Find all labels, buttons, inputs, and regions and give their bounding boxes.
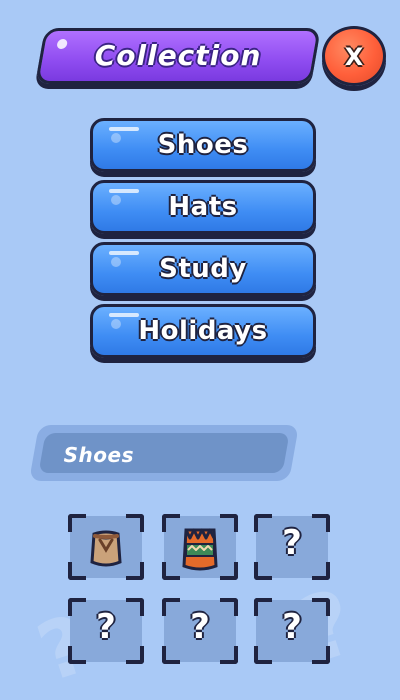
collection-slot[interactable]: ?: [254, 514, 330, 580]
slot-corner-bracket: [254, 562, 272, 580]
shine-decoration: [111, 133, 121, 143]
collection-slot[interactable]: [68, 514, 144, 580]
category-button-label: Study: [159, 254, 247, 284]
slot-corner-bracket: [312, 646, 330, 664]
collection-slot[interactable]: [162, 514, 238, 580]
category-button-label: Shoes: [157, 130, 249, 160]
question-mark-icon: ?: [282, 607, 302, 647]
brown-bag-icon: [90, 530, 122, 567]
slot-corner-bracket: [162, 646, 180, 664]
slot-corner-bracket: [126, 646, 144, 664]
collection-slot[interactable]: ?: [68, 598, 144, 664]
title-banner: Collection: [35, 28, 321, 84]
category-button-holidays[interactable]: Holidays: [90, 304, 316, 358]
shine-decoration: [111, 195, 121, 205]
selected-category-label: Shoes: [63, 443, 135, 467]
question-mark-icon: ?: [96, 607, 116, 647]
shine-decoration: [109, 127, 139, 131]
shine-decoration: [109, 313, 139, 317]
selected-category-panel: Shoes: [38, 433, 290, 473]
slot-corner-bracket: [220, 646, 238, 664]
close-button[interactable]: X: [322, 26, 386, 86]
shine-decoration: [109, 189, 139, 193]
shine-decoration: [111, 319, 121, 329]
close-icon: X: [344, 42, 364, 71]
zigzag-boot-icon: [182, 528, 218, 571]
category-button-label: Holidays: [138, 316, 268, 346]
slot-corner-bracket: [254, 646, 272, 664]
slot-corner-bracket: [312, 562, 330, 580]
category-button-shoes[interactable]: Shoes: [90, 118, 316, 172]
category-button-label: Hats: [168, 192, 238, 222]
selected-category-header: Shoes: [29, 425, 299, 481]
question-mark-icon: ?: [190, 607, 210, 647]
shine-decoration: [109, 251, 139, 255]
page-title: Collection: [94, 39, 262, 72]
collection-slot[interactable]: ?: [162, 598, 238, 664]
question-mark-icon: ?: [282, 523, 302, 563]
collection-slot[interactable]: ?: [254, 598, 330, 664]
category-button-study[interactable]: Study: [90, 242, 316, 296]
shine-decoration: [111, 257, 121, 267]
category-button-hats[interactable]: Hats: [90, 180, 316, 234]
slot-corner-bracket: [68, 646, 86, 664]
